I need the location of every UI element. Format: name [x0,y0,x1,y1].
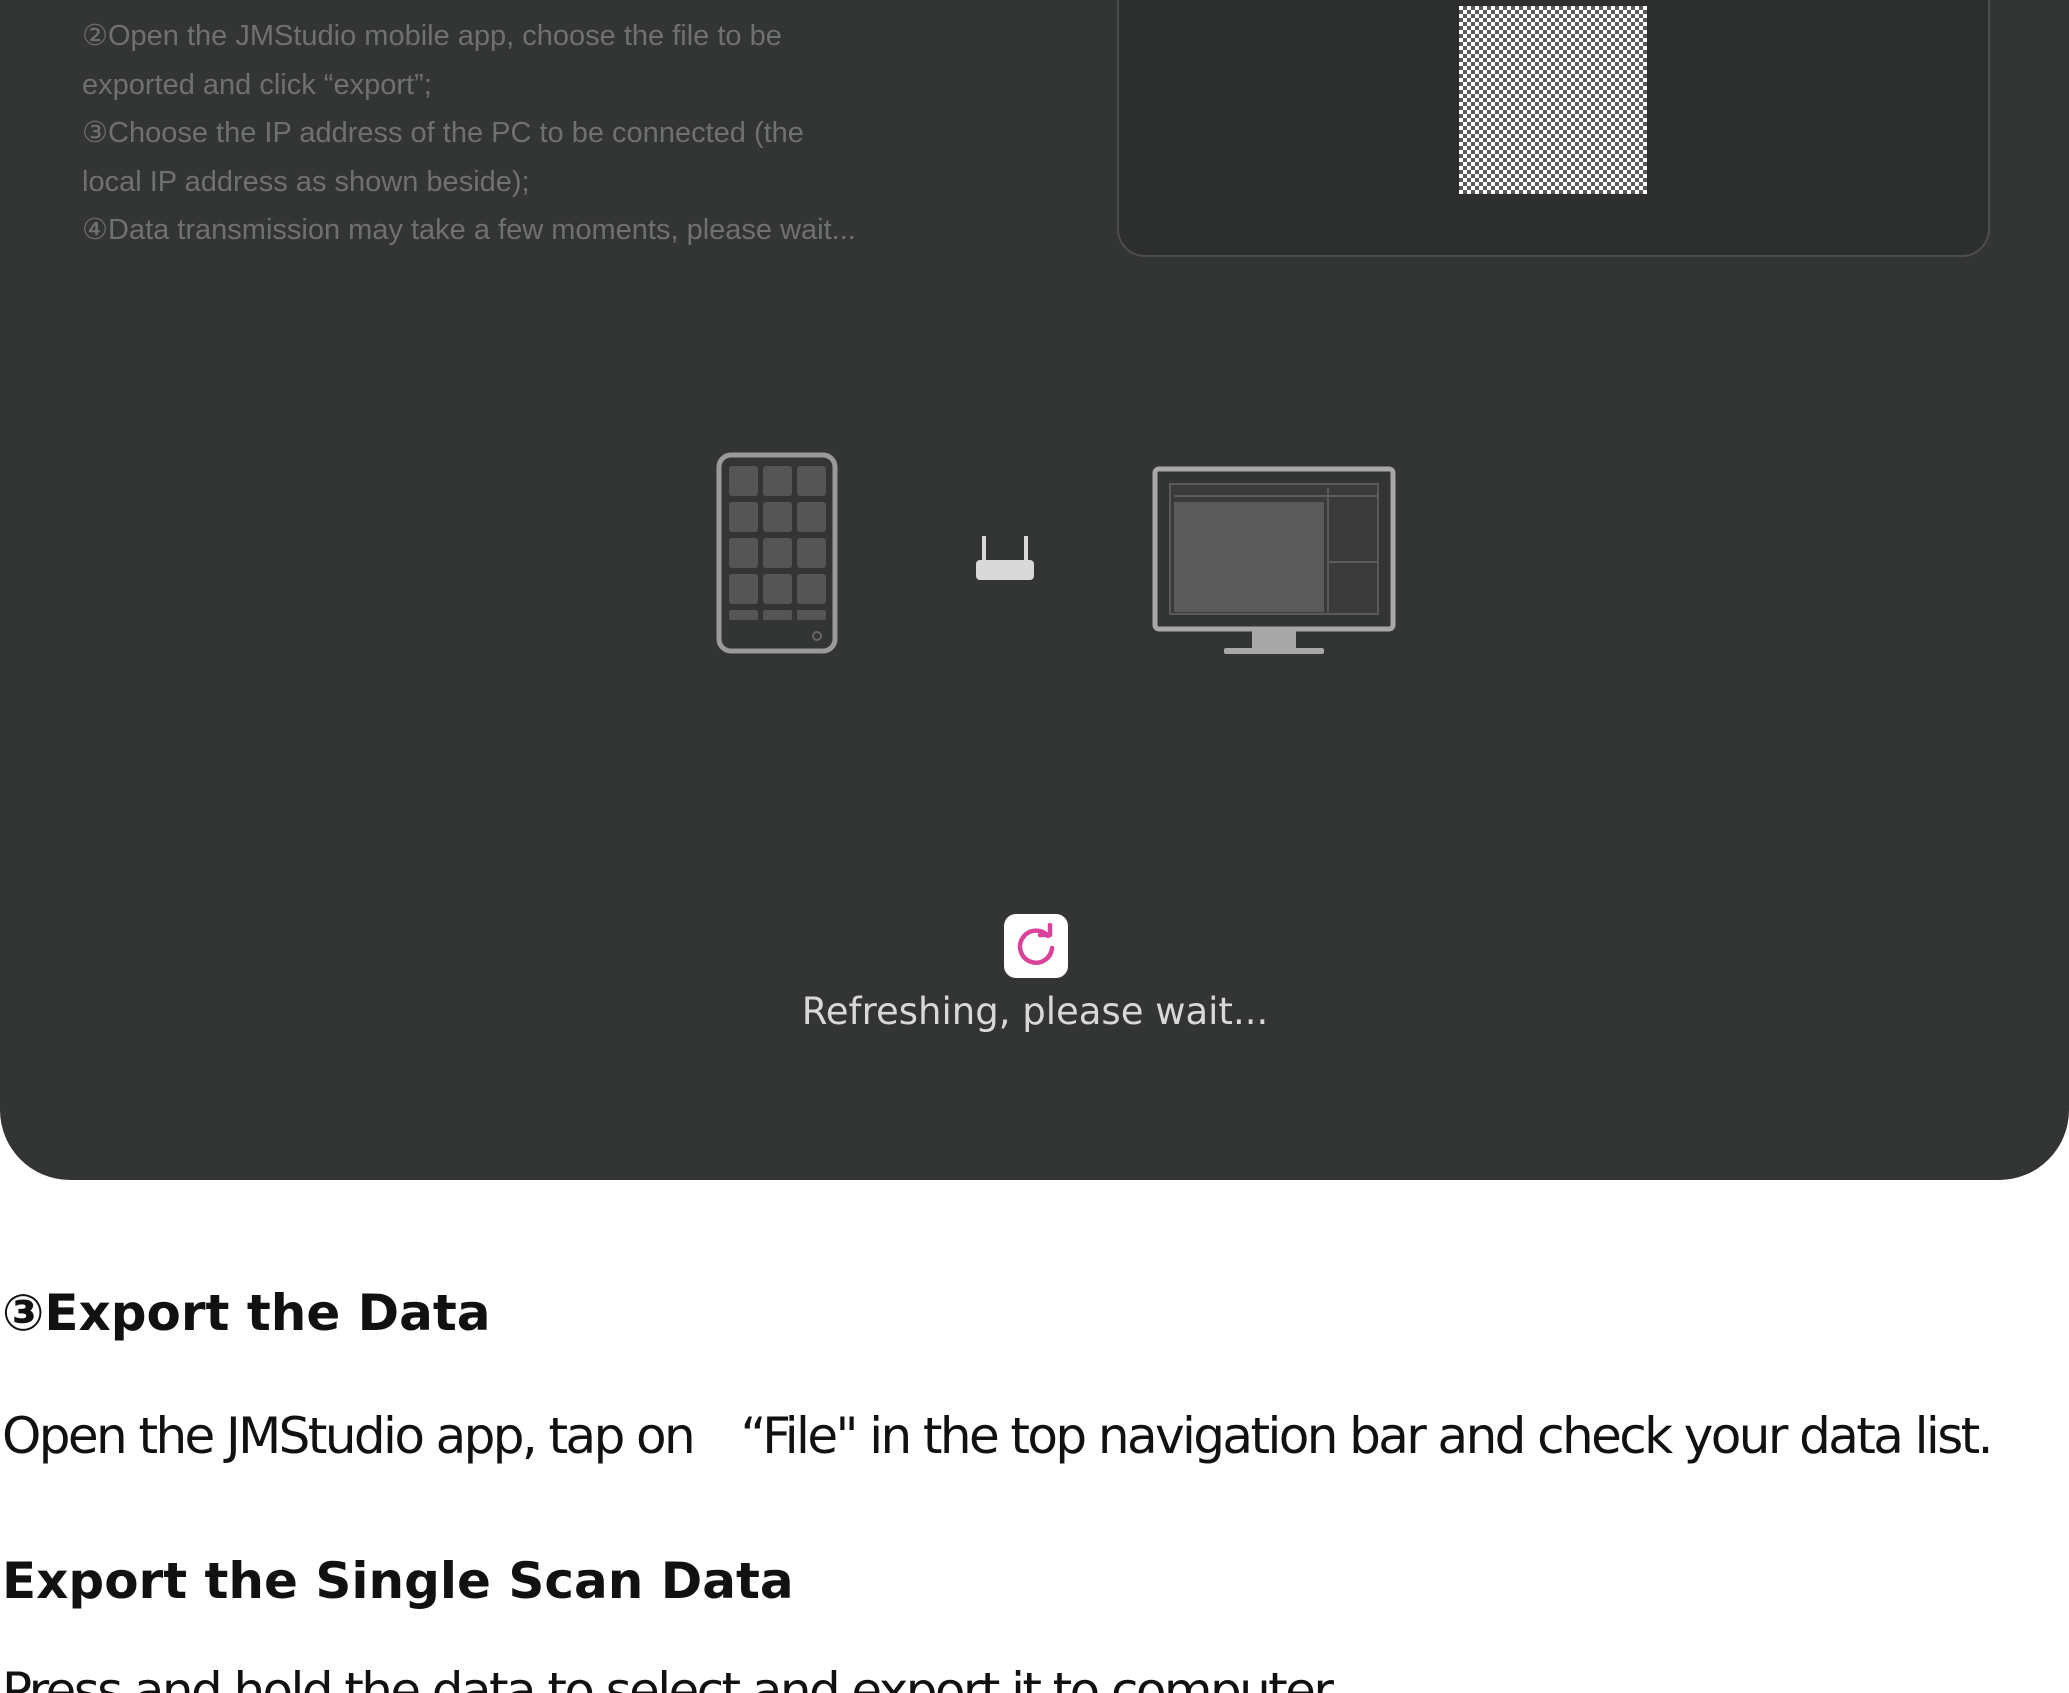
refresh-icon [1017,923,1055,965]
refresh-button[interactable] [1004,914,1068,978]
instruction-step-2-cont: exported and click “export”; [82,68,432,101]
instruction-step-2: ②Open the JMStudio mobile app, choose th… [82,20,782,52]
app-window-panel: ②Open the JMStudio mobile app, choose th… [0,0,2069,1180]
export-data-heading: ③Export the Data [2,1284,491,1342]
refresh-status-text: Refreshing, please wait... [801,990,1269,1033]
export-data-paragraph: Open the JMStudio app, tap on “File" in … [2,1407,1994,1465]
single-scan-heading: Export the Single Scan Data [2,1552,794,1610]
instructions-list: ②Open the JMStudio mobile app, choose th… [82,12,982,255]
single-scan-paragraph: Press and hold the data to select and ex… [2,1662,1343,1693]
phone-icon [716,452,838,654]
instruction-step-4: ④Data transmission may take a few moment… [82,214,856,246]
qr-code-icon [1459,6,1647,194]
monitor-icon [1152,466,1396,654]
instruction-step-3: ③Choose the IP address of the PC to be c… [82,117,804,149]
router-icon [976,536,1034,580]
instruction-step-3-cont: local IP address as shown beside); [82,165,530,198]
